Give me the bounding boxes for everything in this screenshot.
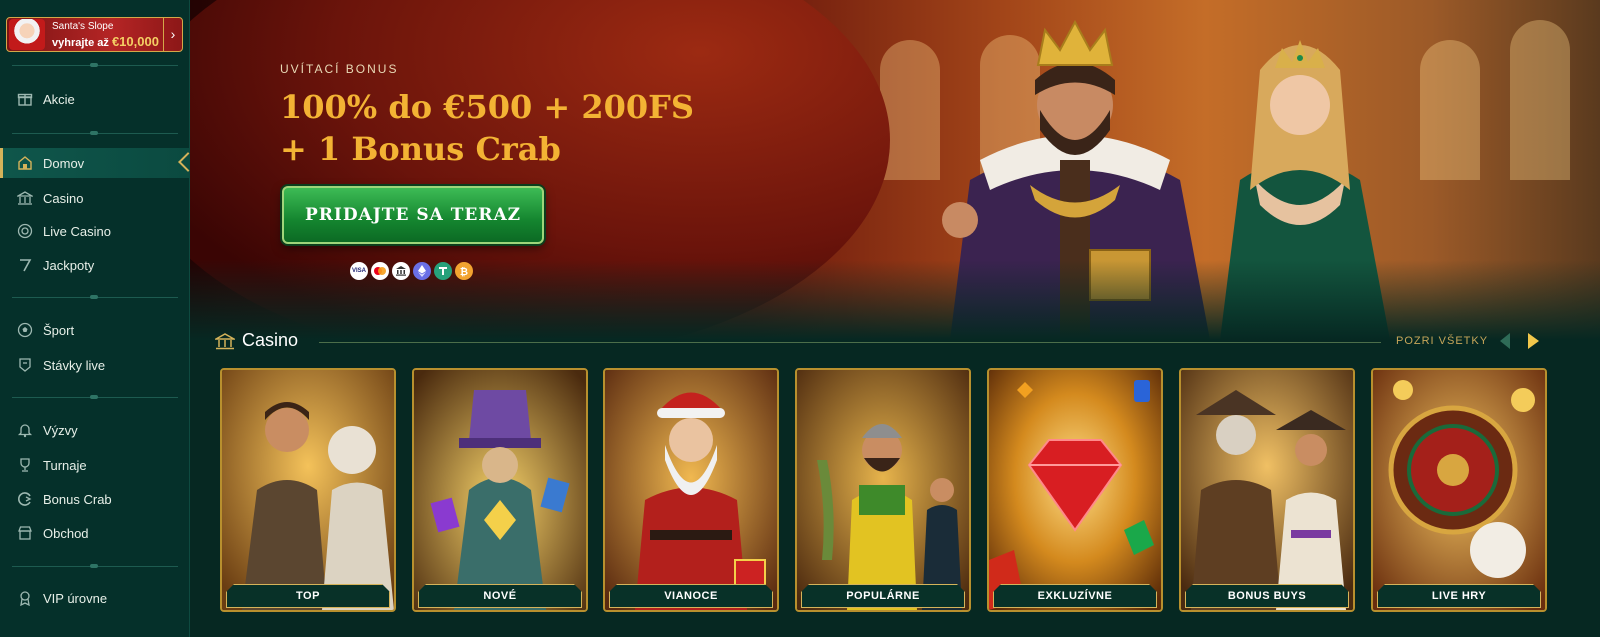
sidebar-item-casino[interactable]: Casino [0, 183, 189, 213]
section-divider [319, 342, 1381, 343]
card-artwork [605, 370, 777, 610]
window-arch-decoration [1510, 20, 1570, 180]
card-artwork [222, 370, 394, 610]
sidebar-item-jackpoty[interactable]: Jackpoty [0, 250, 189, 280]
join-now-button[interactable]: PRIDAJTE SA TERAZ [282, 186, 544, 244]
soccer-ball-icon [17, 322, 33, 338]
sidebar-item-bonus-crab[interactable]: Bonus Crab [0, 484, 189, 514]
casino-icon [213, 331, 237, 351]
live-bets-icon [17, 357, 33, 373]
bank-icon [392, 262, 410, 280]
bell-icon [17, 422, 33, 438]
category-card-popularne[interactable]: POPULÁRNE [795, 368, 971, 612]
section-title: Casino [242, 330, 299, 350]
card-artwork [414, 370, 586, 610]
carousel-prev-icon[interactable] [1500, 333, 1510, 349]
card-artwork [797, 370, 969, 610]
sidebar-item-domov[interactable]: Domov [0, 148, 189, 178]
visa-icon: VISA [350, 262, 368, 280]
promo-prefix: vyhrajte až [52, 37, 109, 49]
category-label: NOVÉ [418, 584, 582, 608]
sidebar-item-label: Domov [43, 156, 85, 171]
sidebar-divider [12, 131, 178, 135]
sidebar-divider [12, 295, 178, 299]
svg-text:₿: ₿ [460, 266, 468, 278]
app: Santa's Slope vyhrajte až €10,000 › Akci… [0, 0, 1600, 637]
sidebar-item-label: Turnaje [43, 458, 87, 473]
sidebar-item-turnaje[interactable]: Turnaje [0, 450, 189, 480]
sidebar-item-label: VIP úrovne [43, 591, 108, 606]
sidebar-item-label: Stávky live [43, 358, 106, 373]
window-arch-decoration [1420, 40, 1480, 180]
sidebar-item-label: Bonus Crab [43, 492, 112, 507]
shop-icon [17, 525, 33, 541]
category-label: TOP [226, 584, 390, 608]
crab-claw-icon [17, 491, 33, 507]
welcome-bonus-hero: UVÍTACÍ BONUS 100% do €500 + 200FS + 1 B… [190, 0, 1600, 340]
category-card-bonus-buys[interactable]: BONUS BUYS [1179, 368, 1355, 612]
sidebar-item-obchod[interactable]: Obchod [0, 518, 189, 548]
category-card-live-hry[interactable]: LIVE HRY [1371, 368, 1547, 612]
ethereum-icon [413, 262, 431, 280]
live-casino-icon [17, 223, 33, 239]
santa-avatar [9, 19, 45, 50]
sidebar-divider [12, 564, 178, 568]
category-label: EXKLUZÍVNE [993, 584, 1157, 608]
santas-slope-promo-banner[interactable]: Santa's Slope vyhrajte až €10,000 › [6, 17, 183, 52]
sidebar-item-vyzvy[interactable]: Výzvy [0, 415, 189, 445]
gift-icon [17, 91, 33, 107]
category-label: BONUS BUYS [1185, 584, 1349, 608]
hero-eyebrow: UVÍTACÍ BONUS [280, 62, 399, 76]
jackpot-icon [17, 257, 33, 273]
sidebar-item-label: Casino [43, 191, 84, 206]
visa-label: VISA [351, 268, 366, 274]
sidebar-item-label: Live Casino [43, 224, 111, 239]
category-label: LIVE HRY [1377, 584, 1541, 608]
sidebar-item-label: Výzvy [43, 423, 78, 438]
category-label: VIANOCE [609, 584, 773, 608]
sidebar-divider [12, 395, 178, 399]
casino-section-header: Casino POZRI VŠETKY [213, 329, 1585, 355]
hero-headline: 100% do €500 + 200FS + 1 Bonus Crab [280, 86, 694, 170]
sidebar-item-label: Jackpoty [43, 258, 95, 273]
sidebar-item-live-casino[interactable]: Live Casino [0, 216, 189, 246]
card-artwork [1181, 370, 1353, 610]
hero-headline-line-1: 100% do €500 + 200FS [280, 88, 694, 126]
category-card-nove[interactable]: NOVÉ [412, 368, 588, 612]
vip-badge-icon [17, 590, 33, 607]
card-artwork [989, 370, 1161, 610]
carousel-next-icon[interactable] [1528, 333, 1539, 349]
sidebar-item-label: Obchod [43, 526, 89, 541]
sidebar-item-sport[interactable]: Šport [0, 315, 189, 345]
sidebar-item-vip-urovne[interactable]: VIP úrovne [0, 583, 189, 613]
category-card-top[interactable]: TOP [220, 368, 396, 612]
promo-subtitle: vyhrajte až €10,000 [52, 34, 159, 49]
category-label: POPULÁRNE [801, 584, 965, 608]
category-card-exkluzivne[interactable]: EXKLUZÍVNE [987, 368, 1163, 612]
chevron-right-icon: › [163, 18, 182, 51]
promo-amount: €10,000 [111, 34, 159, 49]
sidebar-item-label: Akcie [43, 92, 75, 107]
sidebar-item-label: Šport [43, 323, 75, 338]
see-all-link[interactable]: POZRI VŠETKY [1396, 335, 1488, 347]
hero-headline-line-2: + 1 Bonus Crab [280, 130, 561, 168]
sidebar-item-akcie[interactable]: Akcie [0, 84, 189, 114]
sidebar-item-stavky-live[interactable]: Stávky live [0, 350, 189, 380]
sidebar-divider [12, 63, 178, 67]
tether-icon [434, 262, 452, 280]
card-artwork [1373, 370, 1545, 610]
home-icon [17, 155, 33, 171]
category-card-vianoce[interactable]: VIANOCE [603, 368, 779, 612]
sidebar: Santa's Slope vyhrajte až €10,000 › Akci… [0, 0, 190, 637]
casino-icon [15, 190, 35, 206]
promo-title: Santa's Slope [52, 21, 114, 32]
mastercard-icon [371, 262, 389, 280]
trophy-icon [17, 457, 33, 473]
bitcoin-icon: ₿ [455, 262, 473, 280]
